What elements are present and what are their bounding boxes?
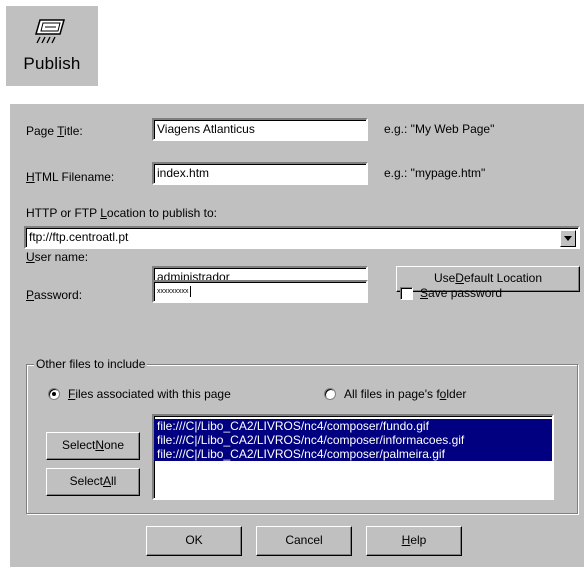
list-item[interactable]: file:///C|/Libo_CA2/LIVROS/nc4/composer/… <box>154 447 552 461</box>
help-button[interactable]: Help <box>366 526 462 556</box>
list-item[interactable]: file:///C|/Libo_CA2/LIVROS/nc4/composer/… <box>154 419 552 433</box>
html-filename-input[interactable]: index.htm <box>152 162 368 185</box>
page-title-input[interactable]: Viagens Atlanticus <box>152 118 368 141</box>
publish-toolbar-button[interactable]: Publish <box>6 6 98 86</box>
password-label: Password: <box>26 288 83 302</box>
radio-associated-files[interactable] <box>48 388 60 400</box>
location-label: HTTP or FTP Location to publish to: <box>26 206 217 220</box>
page-title-label: Page Title: <box>26 124 83 138</box>
html-filename-label: HTML Filename: <box>26 170 115 184</box>
password-mask: xxxxxxxxx <box>157 288 189 295</box>
radio-all-files[interactable] <box>324 388 336 400</box>
publish-icon <box>35 19 65 44</box>
cancel-button[interactable]: Cancel <box>256 526 352 556</box>
select-all-button[interactable]: Select All <box>46 468 140 496</box>
files-listbox[interactable]: file:///C|/Libo_CA2/LIVROS/nc4/composer/… <box>152 414 554 500</box>
ok-button[interactable]: OK <box>146 526 242 556</box>
page-title-hint: e.g.: "My Web Page" <box>384 122 495 136</box>
user-name-label: User name: <box>26 250 89 264</box>
password-input[interactable]: xxxxxxxxx <box>152 280 368 303</box>
chevron-down-icon[interactable] <box>560 230 576 247</box>
radio-selected-dot <box>52 392 56 396</box>
location-combobox[interactable]: ftp://ftp.centroatl.pt <box>24 226 580 249</box>
save-password-label[interactable]: Save password <box>420 286 502 300</box>
publish-dialog: Page Title: Viagens Atlanticus e.g.: "My… <box>10 104 584 567</box>
save-password-checkbox[interactable] <box>400 287 413 300</box>
publish-label: Publish <box>23 54 81 73</box>
location-value: ftp://ftp.centroatl.pt <box>29 230 129 244</box>
html-filename-hint: e.g.: "mypage.htm" <box>384 166 486 180</box>
radio-all-files-label[interactable]: All files in page's folder <box>344 387 466 401</box>
radio-associated-files-label[interactable]: Files associated with this page <box>68 387 231 401</box>
select-none-button[interactable]: Select None <box>46 432 140 460</box>
list-item[interactable]: file:///C|/Libo_CA2/LIVROS/nc4/composer/… <box>154 433 552 447</box>
text-cursor <box>189 285 191 297</box>
other-files-title: Other files to include <box>34 357 148 371</box>
